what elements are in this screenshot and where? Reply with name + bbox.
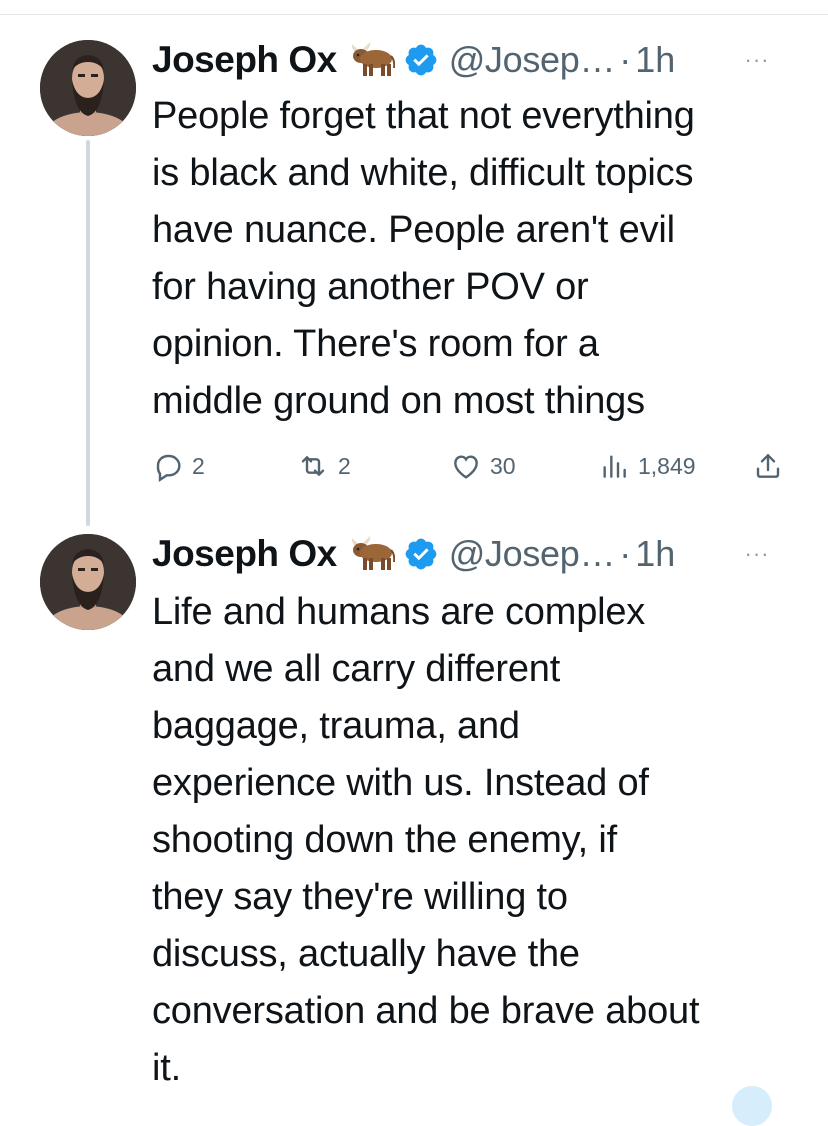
repost-button[interactable]: 2 bbox=[296, 446, 351, 486]
author-name[interactable]: Joseph Ox bbox=[152, 39, 337, 81]
repost-count: 2 bbox=[338, 452, 351, 479]
author-handle[interactable]: @Josep… bbox=[449, 39, 616, 81]
views-button[interactable]: 1,849 bbox=[598, 446, 696, 486]
separator-dot: · bbox=[619, 39, 632, 80]
avatar[interactable] bbox=[40, 40, 136, 136]
tweet-text: People forget that not everything is bla… bbox=[152, 95, 695, 422]
top-divider bbox=[0, 14, 828, 15]
separator-dot: · bbox=[619, 533, 632, 574]
share-icon bbox=[752, 450, 784, 482]
reply-count: 2 bbox=[192, 452, 205, 479]
author-handle[interactable]: @Josep… bbox=[449, 533, 616, 575]
tweet-text: Life and humans are complex and we all c… bbox=[152, 591, 700, 1089]
tweet-header: Joseph Ox @Josep… · 1h bbox=[152, 528, 675, 580]
reply-icon bbox=[152, 450, 184, 482]
thread-connector-line bbox=[86, 140, 90, 526]
more-options-icon[interactable]: ··· bbox=[742, 34, 772, 86]
verified-badge-icon[interactable] bbox=[403, 536, 439, 572]
ox-emoji-icon bbox=[349, 42, 395, 78]
ox-emoji-icon bbox=[349, 536, 395, 572]
tweet-header: Joseph Ox @Josep… · 1h bbox=[152, 34, 675, 86]
views-count: 1,849 bbox=[638, 452, 696, 479]
like-button[interactable]: 30 bbox=[450, 446, 516, 486]
more-options-icon[interactable]: ··· bbox=[742, 528, 772, 580]
avatar-image bbox=[40, 40, 136, 136]
tweet-actions: 2 2 30 1,849 bbox=[152, 446, 788, 486]
like-icon bbox=[450, 450, 482, 482]
author-name[interactable]: Joseph Ox bbox=[152, 533, 337, 575]
compose-button-edge[interactable] bbox=[732, 1086, 772, 1126]
views-icon bbox=[598, 450, 630, 482]
avatar-image bbox=[40, 534, 136, 630]
like-count: 30 bbox=[490, 452, 516, 479]
timestamp[interactable]: 1h bbox=[635, 39, 675, 81]
timestamp[interactable]: 1h bbox=[635, 533, 675, 575]
reply-button[interactable]: 2 bbox=[152, 446, 205, 486]
repost-icon bbox=[296, 450, 330, 482]
avatar[interactable] bbox=[40, 534, 136, 630]
share-button[interactable] bbox=[752, 446, 784, 486]
verified-badge-icon[interactable] bbox=[403, 42, 439, 78]
